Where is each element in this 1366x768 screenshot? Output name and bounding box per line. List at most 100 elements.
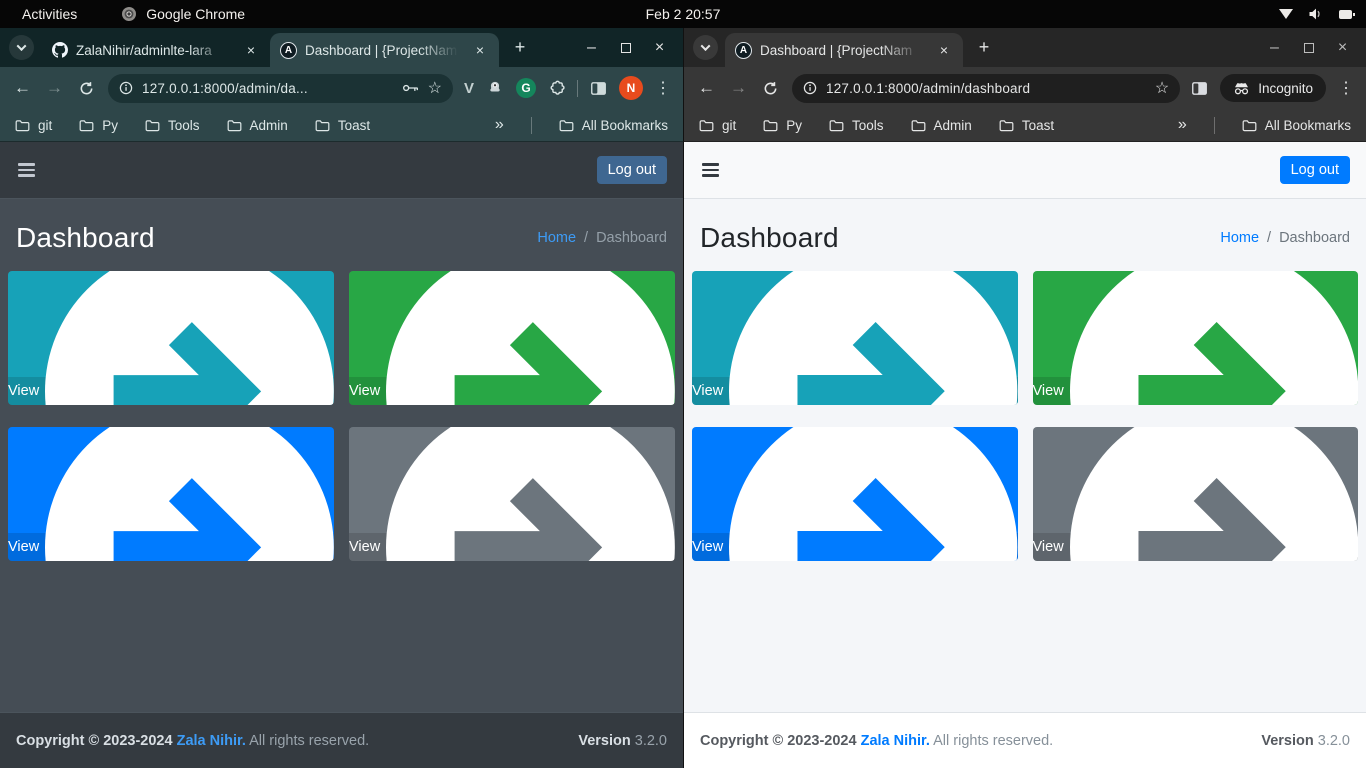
reload-button[interactable] (757, 75, 784, 102)
tab-dashboard[interactable]: A Dashboard | {ProjectNam × (725, 33, 963, 67)
view-link[interactable]: View (692, 533, 1018, 561)
page-footer: Copyright © 2023-2024 Zala Nihir. All ri… (0, 712, 683, 768)
octopus-extension-icon[interactable] (486, 79, 504, 97)
url-text[interactable]: 127.0.0.1:8000/admin/da... (142, 81, 393, 96)
reload-button[interactable] (73, 75, 100, 102)
bookmark-folder-py[interactable]: Py (79, 118, 118, 133)
chrome-window-right: A Dashboard | {ProjectNam × + – × ← → 12… (683, 28, 1366, 768)
side-panel-icon[interactable] (590, 81, 607, 96)
copyright-years: Copyright © 2023-2024 (16, 733, 173, 749)
minimize-button[interactable]: – (1267, 40, 1282, 55)
view-link[interactable]: View (1033, 533, 1359, 561)
extensions-puzzle-icon[interactable] (548, 80, 565, 97)
view-link[interactable]: View (8, 377, 334, 405)
folder-icon (227, 119, 242, 132)
author-link[interactable]: Zala Nihir. (177, 733, 246, 749)
incognito-label: Incognito (1258, 81, 1313, 96)
site-info-icon[interactable] (119, 81, 133, 95)
url-text[interactable]: 127.0.0.1:8000/admin/dashboard (826, 81, 1146, 96)
folder-icon (763, 119, 778, 132)
bookmark-folder-toast[interactable]: Toast (315, 118, 370, 133)
clock[interactable]: Feb 2 20:57 (646, 6, 721, 22)
close-button[interactable]: × (652, 40, 667, 55)
maximize-button[interactable] (1301, 40, 1316, 55)
bookmark-star-icon[interactable]: ☆ (1155, 78, 1169, 98)
chevron-down-icon (701, 41, 711, 51)
rights-text: All rights reserved. (249, 733, 369, 749)
bookmarks-overflow-icon[interactable]: » (1178, 116, 1187, 134)
stat-card-total-products: 0 Total Products View (692, 427, 1018, 561)
menu-kebab-icon[interactable]: ⋮ (655, 78, 671, 98)
github-icon (51, 42, 68, 59)
address-bar[interactable]: 127.0.0.1:8000/admin/dashboard ☆ (792, 74, 1180, 103)
bookmarks-divider (1214, 117, 1215, 134)
rights-text: All rights reserved. (933, 733, 1053, 749)
tab-search-button[interactable] (9, 35, 34, 60)
bookmark-folder-admin[interactable]: Admin (911, 118, 972, 133)
breadcrumb: Home / Dashboard (1220, 230, 1350, 246)
sidebar-toggle-icon[interactable] (16, 159, 37, 181)
bookmark-folder-toast[interactable]: Toast (999, 118, 1054, 133)
app-indicator[interactable]: Google Chrome (121, 6, 245, 22)
bookmark-folder-git[interactable]: git (699, 118, 736, 133)
sidebar-toggle-icon[interactable] (700, 159, 721, 181)
back-button[interactable]: ← (9, 75, 36, 102)
bookmark-star-icon[interactable]: ☆ (428, 78, 442, 98)
bookmark-label: Tools (852, 118, 884, 133)
tab-close-icon[interactable]: × (935, 41, 953, 59)
logout-button[interactable]: Log out (1280, 156, 1350, 184)
folder-icon (911, 119, 926, 132)
view-link[interactable]: View (349, 377, 675, 405)
battery-icon[interactable] (1339, 10, 1352, 19)
wifi-icon[interactable] (1279, 9, 1293, 19)
bookmark-folder-git[interactable]: git (15, 118, 52, 133)
breadcrumb-current: Dashboard (1279, 230, 1350, 246)
bookmark-folder-tools[interactable]: Tools (145, 118, 200, 133)
view-link[interactable]: View (349, 533, 675, 561)
all-bookmarks-button[interactable]: All Bookmarks (1242, 118, 1351, 133)
forward-button[interactable]: → (41, 75, 68, 102)
close-button[interactable]: × (1335, 40, 1350, 55)
new-tab-button[interactable]: + (971, 35, 997, 61)
site-info-icon[interactable] (803, 81, 817, 95)
page-title: Dashboard (16, 222, 155, 254)
volume-icon[interactable] (1308, 7, 1324, 21)
minimize-button[interactable]: – (584, 40, 599, 55)
forward-button[interactable]: → (725, 75, 752, 102)
tab-search-button[interactable] (693, 35, 718, 60)
vimium-extension-icon[interactable]: V (464, 80, 474, 97)
breadcrumb-home-link[interactable]: Home (537, 230, 576, 246)
bookmark-folder-admin[interactable]: Admin (227, 118, 288, 133)
logout-button[interactable]: Log out (597, 156, 667, 184)
bookmark-label: Py (786, 118, 802, 133)
back-button[interactable]: ← (693, 75, 720, 102)
new-tab-button[interactable]: + (507, 35, 533, 61)
adminlte-favicon: A (735, 42, 752, 59)
folder-icon (829, 119, 844, 132)
profile-avatar[interactable]: N (619, 76, 643, 100)
author-link[interactable]: Zala Nihir. (861, 733, 930, 749)
menu-kebab-icon[interactable]: ⋮ (1338, 78, 1354, 98)
view-label: View (8, 539, 39, 555)
address-bar[interactable]: 127.0.0.1:8000/admin/da... ☆ (108, 74, 453, 103)
toolbar-divider (577, 80, 578, 97)
tab-dashboard[interactable]: A Dashboard | {ProjectNam × (270, 33, 499, 67)
view-link[interactable]: View (8, 533, 334, 561)
bookmark-folder-py[interactable]: Py (763, 118, 802, 133)
page-navbar: Log out (0, 142, 683, 199)
activities-button[interactable]: Activities (22, 6, 77, 22)
maximize-button[interactable] (618, 40, 633, 55)
bookmarks-overflow-icon[interactable]: » (495, 116, 504, 134)
password-key-icon[interactable] (402, 82, 419, 94)
grammarly-extension-icon[interactable]: G (516, 78, 536, 98)
breadcrumb-home-link[interactable]: Home (1220, 230, 1259, 246)
tab-close-icon[interactable]: × (242, 41, 260, 59)
all-bookmarks-button[interactable]: All Bookmarks (559, 118, 668, 133)
bookmark-label: git (38, 118, 52, 133)
view-link[interactable]: View (692, 377, 1018, 405)
view-link[interactable]: View (1033, 377, 1359, 405)
tab-close-icon[interactable]: × (471, 41, 489, 59)
tab-github-repo[interactable]: ZalaNihir/adminlte-lara × (41, 33, 270, 67)
bookmark-folder-tools[interactable]: Tools (829, 118, 884, 133)
side-panel-icon[interactable] (1191, 81, 1208, 96)
